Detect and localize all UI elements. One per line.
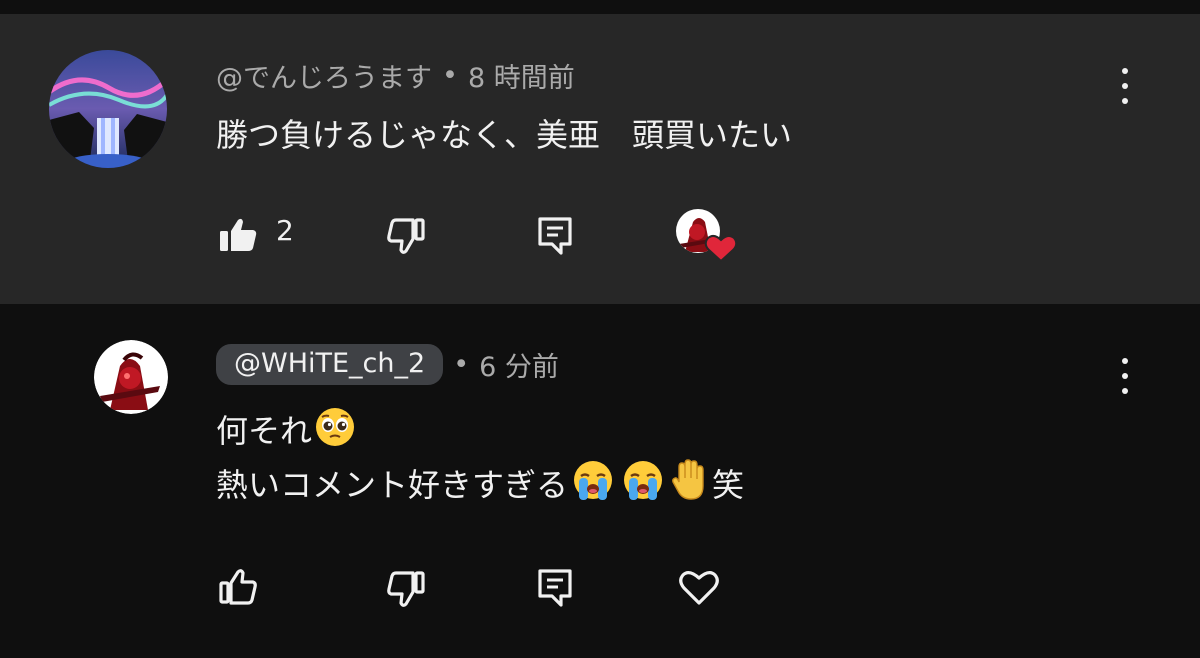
raised-hand-emoji xyxy=(670,458,710,502)
highlighted-comment: @でんじろうます • 8 時間前 勝つ負けるじゃなく、美亜 頭買いたい 2 xyxy=(0,14,1200,304)
commenter-avatar[interactable] xyxy=(49,50,167,168)
thumb-down-icon[interactable] xyxy=(386,217,426,255)
comment-text: 勝つ負けるじゃなく、美亜 頭買いたい xyxy=(216,116,793,154)
thumb-down-icon[interactable] xyxy=(386,570,426,608)
reply-line-1: 何それ xyxy=(216,404,744,458)
reply-text: 何それ 熱いコメント好きすぎる 笑 xyxy=(216,404,744,512)
reply-icon[interactable] xyxy=(537,568,573,608)
reply-line-2-suffix: 笑 xyxy=(712,466,745,504)
reply-line-2-text: 熱いコメント好きすぎる xyxy=(216,466,569,504)
thumb-up-icon[interactable] xyxy=(218,568,258,606)
header-separator: • xyxy=(442,60,458,91)
reply-handle[interactable]: @WHiTE_ch_2 xyxy=(216,344,444,385)
comment-time[interactable]: 8 時間前 xyxy=(468,56,575,95)
reply-line-1-text: 何それ xyxy=(216,412,313,450)
like-count: 2 xyxy=(276,214,294,247)
loudly-crying-face-emoji xyxy=(620,458,666,502)
heart-outline-icon[interactable] xyxy=(678,568,720,606)
loudly-crying-face-emoji xyxy=(570,458,616,502)
pleading-face-emoji xyxy=(314,406,356,448)
reply-header: @WHiTE_ch_2 • 6 分前 xyxy=(216,344,559,385)
more-vert-icon[interactable] xyxy=(1115,356,1135,396)
creator-heart-icon[interactable] xyxy=(675,208,739,266)
reply-avatar[interactable] xyxy=(94,340,168,414)
reply-icon[interactable] xyxy=(537,216,573,256)
reply-comment: @WHiTE_ch_2 • 6 分前 何それ 熱いコメント好きすぎる 笑 xyxy=(0,304,1200,658)
comment-header: @でんじろうます • 8 時間前 xyxy=(216,56,575,95)
comment-handle[interactable]: @でんじろうます xyxy=(216,56,432,95)
thumb-up-filled-icon[interactable] xyxy=(218,217,258,253)
reply-time[interactable]: 6 分前 xyxy=(479,345,559,384)
reply-line-2: 熱いコメント好きすぎる 笑 xyxy=(216,458,744,512)
header-separator: • xyxy=(453,349,470,380)
more-vert-icon[interactable] xyxy=(1115,66,1135,106)
